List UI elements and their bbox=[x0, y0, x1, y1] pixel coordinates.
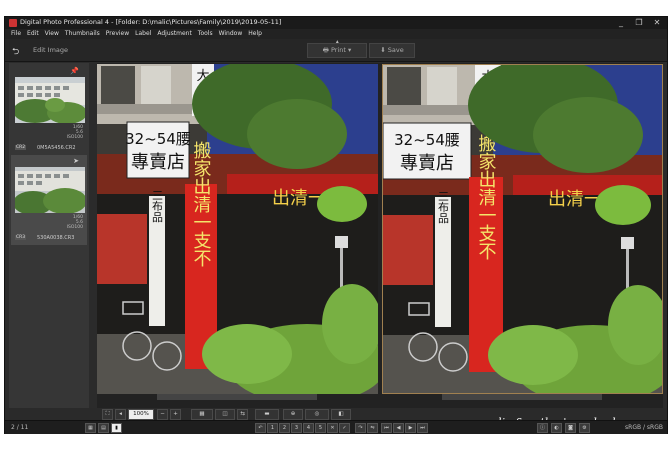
reject-icon[interactable]: ✕ bbox=[327, 423, 338, 433]
info-icon[interactable]: ⓘ bbox=[537, 423, 548, 433]
zoom-out-icon[interactable]: − bbox=[157, 409, 168, 420]
highlight-icon[interactable]: ▬ bbox=[255, 409, 279, 420]
toolbar: ▲ ⮌ Edit Image 🖶 Print ▾ ⬇ Save bbox=[5, 39, 667, 62]
menu-view[interactable]: View bbox=[45, 29, 59, 39]
color-space-label: sRGB / sRGB bbox=[625, 424, 663, 431]
palette-icon[interactable]: ◐ bbox=[551, 423, 562, 433]
thumbnail-meta: 1/60 5.6 ISO100 bbox=[66, 215, 83, 230]
sync-icon[interactable]: ⇆ bbox=[237, 409, 248, 420]
save-button[interactable]: ⬇ Save bbox=[369, 43, 415, 58]
thumbnail-item-selected[interactable]: ➤ 1/60 5.6 ISO100 CR3 530A0038.CR3 bbox=[11, 155, 87, 245]
horizontal-scrollbar-left[interactable] bbox=[157, 394, 317, 400]
menu-bar: File Edit View Thumbnails Preview Label … bbox=[5, 29, 667, 39]
menu-preview[interactable]: Preview bbox=[106, 29, 129, 39]
maximize-button[interactable]: ❐ bbox=[631, 17, 647, 29]
shop-sign-text-bottom: 專賣店 bbox=[400, 153, 454, 174]
preview-pane-left[interactable]: 32~54腰 專賣店 大 搬家出清一支不 出清一 三布品 bbox=[97, 64, 378, 394]
rating-1-icon[interactable]: 1 bbox=[267, 423, 278, 433]
layout-icon[interactable]: ▦ bbox=[191, 409, 213, 420]
compare-icon[interactable]: ◫ bbox=[215, 409, 235, 420]
shop-vertical-text: 三布品 bbox=[151, 190, 164, 223]
image-counter: 2 / 11 bbox=[11, 424, 29, 431]
app-icon bbox=[9, 19, 17, 27]
close-button[interactable]: ✕ bbox=[649, 17, 665, 29]
thumbnail-image bbox=[15, 77, 85, 123]
shop-sign-text-top: 32~54腰 bbox=[125, 130, 191, 148]
next-image-icon[interactable]: ▶ bbox=[405, 423, 416, 433]
shop-vertical-text: 三布品 bbox=[437, 191, 450, 224]
af-point-icon[interactable]: ◎ bbox=[305, 409, 329, 420]
camera-icon[interactable]: ◙ bbox=[565, 423, 576, 433]
grid-view-icon[interactable]: ▦ bbox=[85, 423, 96, 433]
photo-right: 32~54腰 專賣店 大 搬家出清一支不 出清一 三布品 bbox=[383, 65, 662, 393]
menu-adjustment[interactable]: Adjustment bbox=[157, 29, 191, 39]
menu-edit[interactable]: Edit bbox=[27, 29, 39, 39]
thumbnail-filename: 0M5A5456.CR2 bbox=[37, 145, 76, 151]
rating-5-icon[interactable]: 5 bbox=[315, 423, 326, 433]
menu-tools[interactable]: Tools bbox=[198, 29, 213, 39]
single-view-icon[interactable]: ▮ bbox=[111, 423, 122, 433]
zoom-out-arrow-icon[interactable]: ◂ bbox=[115, 409, 126, 420]
raw-badge: CR2 bbox=[15, 145, 27, 150]
last-image-icon[interactable]: ⏭ bbox=[417, 423, 428, 433]
filmstrip-panel: 📌 1/60 5.6 ISO100 CR2 0M5A5456.CR2 ➤ 1/6… bbox=[9, 63, 89, 419]
menu-window[interactable]: Window bbox=[219, 29, 243, 39]
first-image-icon[interactable]: ⏮ bbox=[381, 423, 392, 433]
rating-3-icon[interactable]: 3 bbox=[291, 423, 302, 433]
back-icon[interactable]: ⮌ bbox=[12, 44, 19, 60]
chevron-down-icon: ▾ bbox=[347, 46, 352, 54]
shop-sign-text-bottom: 專賣店 bbox=[131, 152, 185, 173]
banner-horizontal-text: 出清一 bbox=[548, 189, 602, 210]
menu-thumbnails[interactable]: Thumbnails bbox=[65, 29, 100, 39]
preview-pane-right[interactable]: 32~54腰 專賣店 大 搬家出清一支不 出清一 三布品 bbox=[382, 64, 663, 394]
print-label: Print bbox=[330, 46, 346, 54]
zoom-level-field[interactable]: 100% bbox=[128, 409, 154, 420]
edit-image-label: Edit Image bbox=[33, 46, 69, 54]
minimize-button[interactable]: _ bbox=[613, 17, 629, 29]
zoom-in-icon[interactable]: + bbox=[170, 409, 181, 420]
prev-image-icon[interactable]: ◀ bbox=[393, 423, 404, 433]
banner-vertical-text: 搬家出清一支不 bbox=[476, 134, 497, 260]
horizontal-scrollbar-right[interactable] bbox=[442, 394, 602, 400]
selected-arrow-icon: ➤ bbox=[73, 157, 79, 165]
thumbnail-filename: 530A0038.CR3 bbox=[37, 235, 75, 241]
photo-left: 32~54腰 專賣店 大 搬家出清一支不 出清一 三布品 bbox=[97, 64, 378, 394]
split-view-icon[interactable]: ◧ bbox=[331, 409, 351, 420]
menu-file[interactable]: File bbox=[11, 29, 21, 39]
save-label: Save bbox=[387, 46, 404, 54]
shop-sign-text-top: 32~54腰 bbox=[394, 131, 460, 149]
fit-icon[interactable]: ⛶ bbox=[102, 409, 113, 420]
status-bar: 2 / 11 ▦ ▤ ▮ ↶ 1 2 3 4 5 ✕ ✓ ↷ ⇋ ⏮ ◀ ▶ ⏭… bbox=[5, 420, 667, 434]
window-title: Digital Photo Professional 4 - [Folder: … bbox=[20, 18, 282, 26]
settings-icon[interactable]: ⚙ bbox=[579, 423, 590, 433]
pin-icon[interactable]: 📌 bbox=[70, 67, 79, 75]
rating-4-icon[interactable]: 4 bbox=[303, 423, 314, 433]
rotate-left-icon[interactable]: ↶ bbox=[255, 423, 266, 433]
compare-viewer[interactable]: 32~54腰 專賣店 大 搬家出清一支不 出清一 三布品 32~54腰 專賣店 … bbox=[97, 63, 663, 408]
raw-badge: CR3 bbox=[15, 235, 27, 240]
check-icon[interactable]: ✓ bbox=[339, 423, 350, 433]
grid-icon[interactable]: ⊕ bbox=[283, 409, 303, 420]
rotate-right-icon[interactable]: ↷ bbox=[355, 423, 366, 433]
printer-icon: 🖶 bbox=[322, 46, 331, 54]
thumbnail-item[interactable]: 📌 1/60 5.6 ISO100 CR2 0M5A5456.CR2 bbox=[11, 65, 87, 153]
print-button[interactable]: 🖶 Print ▾ bbox=[307, 43, 367, 58]
banner-vertical-text: 搬家出清一支不 bbox=[191, 141, 212, 267]
app-window: Digital Photo Professional 4 - [Folder: … bbox=[4, 16, 668, 434]
thumbnail-image bbox=[15, 167, 85, 213]
thumbnail-meta: 1/60 5.6 ISO100 bbox=[66, 125, 83, 140]
menu-label[interactable]: Label bbox=[135, 29, 151, 39]
save-icon: ⬇ bbox=[380, 46, 388, 54]
menu-help[interactable]: Help bbox=[248, 29, 262, 39]
flip-icon[interactable]: ⇋ bbox=[367, 423, 378, 433]
rating-2-icon[interactable]: 2 bbox=[279, 423, 290, 433]
title-bar: Digital Photo Professional 4 - [Folder: … bbox=[5, 17, 667, 29]
list-view-icon[interactable]: ▤ bbox=[98, 423, 109, 433]
